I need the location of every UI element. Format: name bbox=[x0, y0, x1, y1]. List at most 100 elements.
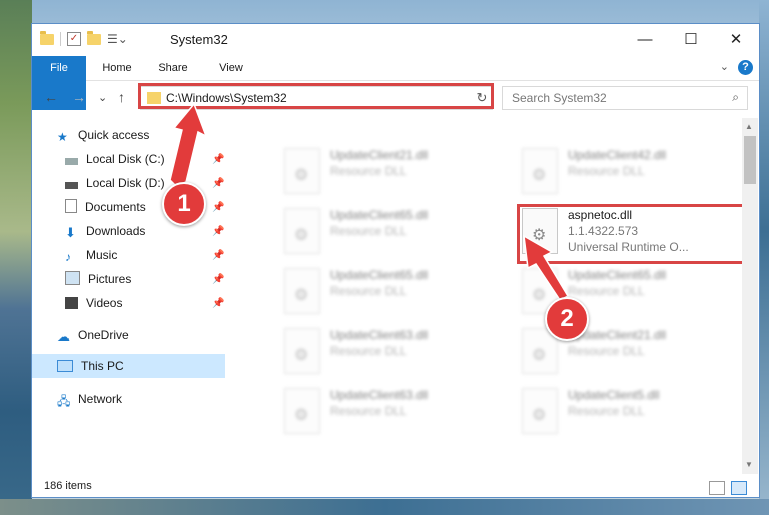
picture-icon bbox=[65, 271, 80, 285]
sidebar-item-label: Network bbox=[78, 392, 123, 406]
file-description: Resource DLL bbox=[568, 344, 645, 358]
pin-icon[interactable]: 📌 bbox=[212, 154, 224, 165]
star-icon: ★ bbox=[57, 130, 68, 144]
pin-icon[interactable]: 📌 bbox=[212, 250, 224, 261]
address-highlight-box bbox=[138, 83, 494, 109]
dll-file-icon bbox=[522, 388, 558, 434]
large-icons-view-icon[interactable] bbox=[731, 481, 747, 495]
file-description: Resource DLL bbox=[568, 284, 645, 298]
minimize-button[interactable]: — bbox=[622, 24, 668, 56]
window-title: System32 bbox=[170, 32, 228, 47]
dll-file-icon bbox=[522, 148, 558, 194]
search-input[interactable]: Search System32 bbox=[512, 91, 607, 105]
file-name: UpdateClient65.dll bbox=[568, 268, 667, 282]
up-button[interactable]: ↑ bbox=[118, 89, 125, 105]
vertical-scrollbar[interactable]: ▲ ▼ bbox=[742, 118, 758, 474]
pin-icon[interactable]: 📌 bbox=[212, 178, 224, 189]
properties-icon[interactable]: ✓ bbox=[67, 32, 81, 46]
file-item[interactable]: UpdateClient21.dll Resource DLL bbox=[284, 146, 514, 200]
file-description: Resource DLL bbox=[568, 164, 645, 178]
scroll-up-icon[interactable]: ▲ bbox=[745, 122, 753, 131]
recent-locations-button[interactable]: ⌄ bbox=[98, 91, 107, 104]
sidebar-item-label: Local Disk (D:) bbox=[86, 176, 165, 190]
pin-icon[interactable]: 📌 bbox=[212, 298, 224, 309]
file-description: Resource DLL bbox=[330, 404, 407, 418]
dll-file-icon bbox=[284, 148, 320, 194]
file-item[interactable]: UpdateClient42.dll Resource DLL bbox=[522, 146, 752, 200]
tab-home[interactable]: Home bbox=[94, 56, 140, 80]
callout-badge-1: 1 bbox=[162, 182, 206, 226]
pin-icon[interactable]: 📌 bbox=[212, 202, 224, 213]
forward-button[interactable]: → bbox=[72, 89, 86, 105]
toolbar-divider bbox=[60, 32, 61, 46]
file-item[interactable]: UpdateClient65.dll Resource DLL bbox=[284, 206, 514, 260]
scrollbar-thumb[interactable] bbox=[744, 136, 756, 184]
music-icon: ♪ bbox=[65, 250, 71, 264]
sidebar-item-network[interactable]: 🖧 Network bbox=[57, 388, 122, 410]
sidebar-item-label: Downloads bbox=[86, 224, 146, 238]
folder-icon bbox=[40, 30, 54, 45]
pin-icon[interactable]: 📌 bbox=[212, 226, 224, 237]
desktop-background-right bbox=[759, 0, 769, 515]
desktop-background-left bbox=[0, 0, 32, 515]
file-description: Resource DLL bbox=[330, 224, 407, 238]
sidebar-item-this-pc[interactable]: This PC bbox=[57, 355, 124, 377]
sidebar-item-label: Music bbox=[86, 248, 118, 262]
file-item[interactable]: UpdateClient5.dll Resource DLL bbox=[522, 386, 752, 440]
file-item[interactable]: UpdateClient63.dll Resource DLL bbox=[284, 386, 514, 440]
network-icon: 🖧 bbox=[57, 394, 71, 408]
sidebar-item-quick-access[interactable]: ★ Quick access bbox=[57, 124, 149, 146]
file-name: UpdateClient65.dll bbox=[330, 208, 429, 222]
sidebar-item-local-disk-c[interactable]: Local Disk (C:) bbox=[65, 148, 165, 170]
dll-file-icon bbox=[284, 388, 320, 434]
file-name: UpdateClient63.dll bbox=[330, 328, 429, 342]
item-count: 186 items bbox=[44, 480, 92, 492]
back-button[interactable]: ← bbox=[44, 89, 58, 105]
sidebar-item-label: Local Disk (C:) bbox=[86, 152, 165, 166]
search-icon[interactable]: ⌕ bbox=[732, 90, 739, 105]
file-description: Resource DLL bbox=[330, 344, 407, 358]
title-bar: ✓ ☰⌄ System32 — ☐ ✕ bbox=[32, 24, 759, 56]
document-icon bbox=[65, 199, 77, 213]
help-icon[interactable]: ? bbox=[738, 60, 753, 75]
sidebar-item-documents[interactable]: Documents bbox=[65, 196, 146, 218]
file-item[interactable]: UpdateClient63.dll Resource DLL bbox=[284, 326, 514, 380]
status-bar: 186 items bbox=[32, 476, 759, 498]
drive-icon bbox=[65, 182, 78, 189]
customize-toolbar-icon[interactable]: ☰⌄ bbox=[107, 32, 128, 46]
sidebar-item-label: Quick access bbox=[78, 128, 150, 142]
expand-ribbon-icon[interactable]: ⌄ bbox=[720, 60, 729, 73]
scroll-down-icon[interactable]: ▼ bbox=[745, 460, 753, 469]
sidebar-item-downloads[interactable]: ⬇ Downloads bbox=[65, 220, 145, 242]
file-description: Resource DLL bbox=[568, 404, 645, 418]
sidebar-item-label: Documents bbox=[85, 200, 146, 214]
file-item[interactable]: UpdateClient65.dll Resource DLL bbox=[284, 266, 514, 320]
quick-access-toolbar: ✓ ☰⌄ bbox=[40, 30, 128, 46]
search-box[interactable]: Search System32 ⌕ bbox=[502, 86, 748, 110]
drive-icon bbox=[65, 158, 78, 165]
ribbon-tabs: File Home Share View ⌄ ? bbox=[32, 56, 759, 110]
new-folder-icon[interactable] bbox=[87, 30, 101, 45]
sidebar-item-videos[interactable]: Videos bbox=[65, 292, 122, 314]
file-name: UpdateClient5.dll bbox=[568, 388, 660, 402]
file-highlight-box bbox=[517, 204, 745, 264]
sidebar-item-label: This PC bbox=[81, 359, 124, 373]
cloud-icon: ☁ bbox=[57, 329, 70, 344]
sidebar-item-onedrive[interactable]: ☁ OneDrive bbox=[57, 324, 129, 346]
sidebar-item-music[interactable]: ♪ Music bbox=[65, 244, 117, 266]
tab-share[interactable]: Share bbox=[150, 56, 196, 80]
tab-view[interactable]: View bbox=[208, 56, 254, 80]
close-button[interactable]: ✕ bbox=[713, 24, 759, 56]
sidebar-item-label: OneDrive bbox=[78, 328, 129, 342]
pin-icon[interactable]: 📌 bbox=[212, 274, 224, 285]
file-name: UpdateClient63.dll bbox=[330, 388, 429, 402]
maximize-button[interactable]: ☐ bbox=[668, 24, 714, 56]
file-name: UpdateClient42.dll bbox=[568, 148, 667, 162]
file-description: Resource DLL bbox=[330, 284, 407, 298]
file-name: UpdateClient65.dll bbox=[330, 268, 429, 282]
details-view-icon[interactable] bbox=[709, 481, 725, 495]
sidebar-item-pictures[interactable]: Pictures bbox=[65, 268, 131, 290]
download-icon: ⬇ bbox=[65, 225, 76, 240]
sidebar-item-local-disk-d[interactable]: Local Disk (D:) bbox=[65, 172, 165, 194]
desktop-background-bottom bbox=[0, 499, 769, 515]
